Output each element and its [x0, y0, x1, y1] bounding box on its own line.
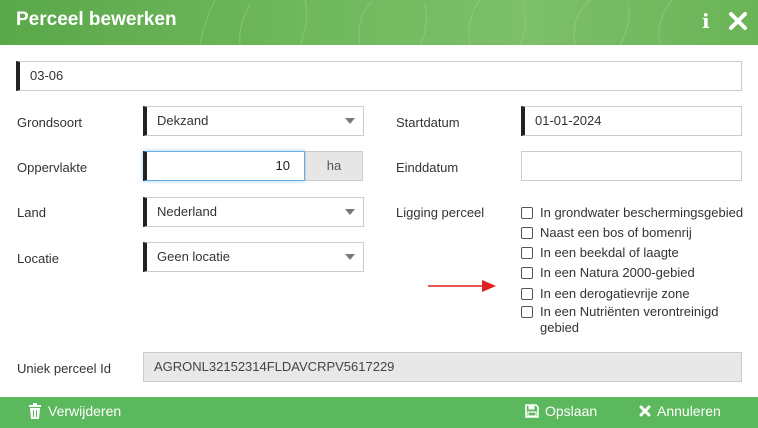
- chevron-down-icon: [345, 254, 355, 260]
- checkbox[interactable]: [521, 267, 533, 279]
- red-arrow-annotation: [428, 280, 496, 292]
- locatie-select[interactable]: Geen locatie: [143, 242, 364, 272]
- grondsoort-select[interactable]: Dekzand: [143, 106, 364, 136]
- oppervlakte-label: Oppervlakte: [17, 160, 88, 175]
- chevron-down-icon: [345, 118, 355, 124]
- x-icon: [639, 405, 651, 417]
- ligging-option-label: Naast een bos of bomenrij: [540, 225, 692, 240]
- dialog-title: Perceel bewerken: [16, 9, 177, 30]
- cancel-button-label: Annuleren: [657, 403, 721, 419]
- locatie-label: Locatie: [17, 251, 59, 266]
- close-icon[interactable]: [728, 11, 748, 31]
- ligging-option-label: In een beekdal of laagte: [540, 245, 679, 260]
- startdatum-value: 01-01-2024: [535, 113, 602, 128]
- grondsoort-value: Dekzand: [157, 113, 209, 128]
- ligging-option-label: In grondwater beschermingsgebied: [540, 205, 744, 220]
- save-button[interactable]: Opslaan: [525, 403, 597, 419]
- checkbox[interactable]: [521, 207, 533, 219]
- ligging-option[interactable]: Naast een bos of bomenrij: [521, 225, 745, 241]
- parcel-name-value: 03-06: [30, 68, 64, 83]
- startdatum-label: Startdatum: [396, 115, 460, 130]
- ligging-option[interactable]: In een derogatievrije zone: [521, 286, 745, 302]
- ligging-option-label: In een Nutriënten verontreinigd gebied: [540, 304, 719, 335]
- ligging-option-label: In een derogatievrije zone: [540, 286, 690, 301]
- uniek-id-label: Uniek perceel Id: [17, 361, 111, 376]
- ligging-option[interactable]: In een Natura 2000-gebied: [521, 265, 745, 281]
- info-icon[interactable]: i: [702, 10, 716, 32]
- checkbox[interactable]: [521, 288, 533, 300]
- einddatum-input[interactable]: [521, 151, 742, 181]
- checkbox[interactable]: [521, 227, 533, 239]
- chevron-down-icon: [345, 209, 355, 215]
- ligging-label: Ligging perceel: [396, 205, 485, 220]
- land-select[interactable]: Nederland: [143, 197, 364, 227]
- checkbox[interactable]: [521, 306, 533, 318]
- land-label: Land: [17, 205, 46, 220]
- land-value: Nederland: [157, 204, 217, 219]
- parcel-name-input[interactable]: 03-06: [16, 61, 742, 91]
- ligging-option[interactable]: In grondwater beschermingsgebied: [521, 205, 745, 221]
- dialog-header: Perceel bewerken i: [0, 0, 758, 45]
- startdatum-input[interactable]: 01-01-2024: [521, 106, 742, 136]
- dialog-footer: Verwijderen Opslaan Annuleren: [0, 397, 758, 428]
- delete-button[interactable]: Verwijderen: [28, 403, 121, 419]
- oppervlakte-value: 10: [275, 158, 290, 173]
- uniek-id-value: AGRONL32152314FLDAVCRPV5617229: [154, 359, 395, 374]
- save-button-label: Opslaan: [545, 403, 598, 419]
- delete-button-label: Verwijderen: [48, 403, 122, 419]
- ligging-option-label: In een Natura 2000-gebied: [540, 265, 695, 280]
- trash-icon: [29, 403, 41, 419]
- floppy-disk-icon: [525, 404, 539, 418]
- grondsoort-label: Grondsoort: [17, 115, 83, 130]
- checkbox[interactable]: [521, 247, 533, 259]
- oppervlakte-input[interactable]: 10: [143, 151, 305, 181]
- locatie-value: Geen locatie: [157, 249, 230, 264]
- ligging-option[interactable]: In een beekdal of laagte: [521, 245, 745, 261]
- ligging-option[interactable]: In een Nutriënten verontreinigd gebied: [521, 304, 740, 336]
- uniek-id-field: AGRONL32152314FLDAVCRPV5617229: [143, 352, 742, 382]
- einddatum-label: Einddatum: [396, 160, 459, 175]
- cancel-button[interactable]: Annuleren: [639, 403, 721, 419]
- oppervlakte-unit: ha: [305, 151, 363, 181]
